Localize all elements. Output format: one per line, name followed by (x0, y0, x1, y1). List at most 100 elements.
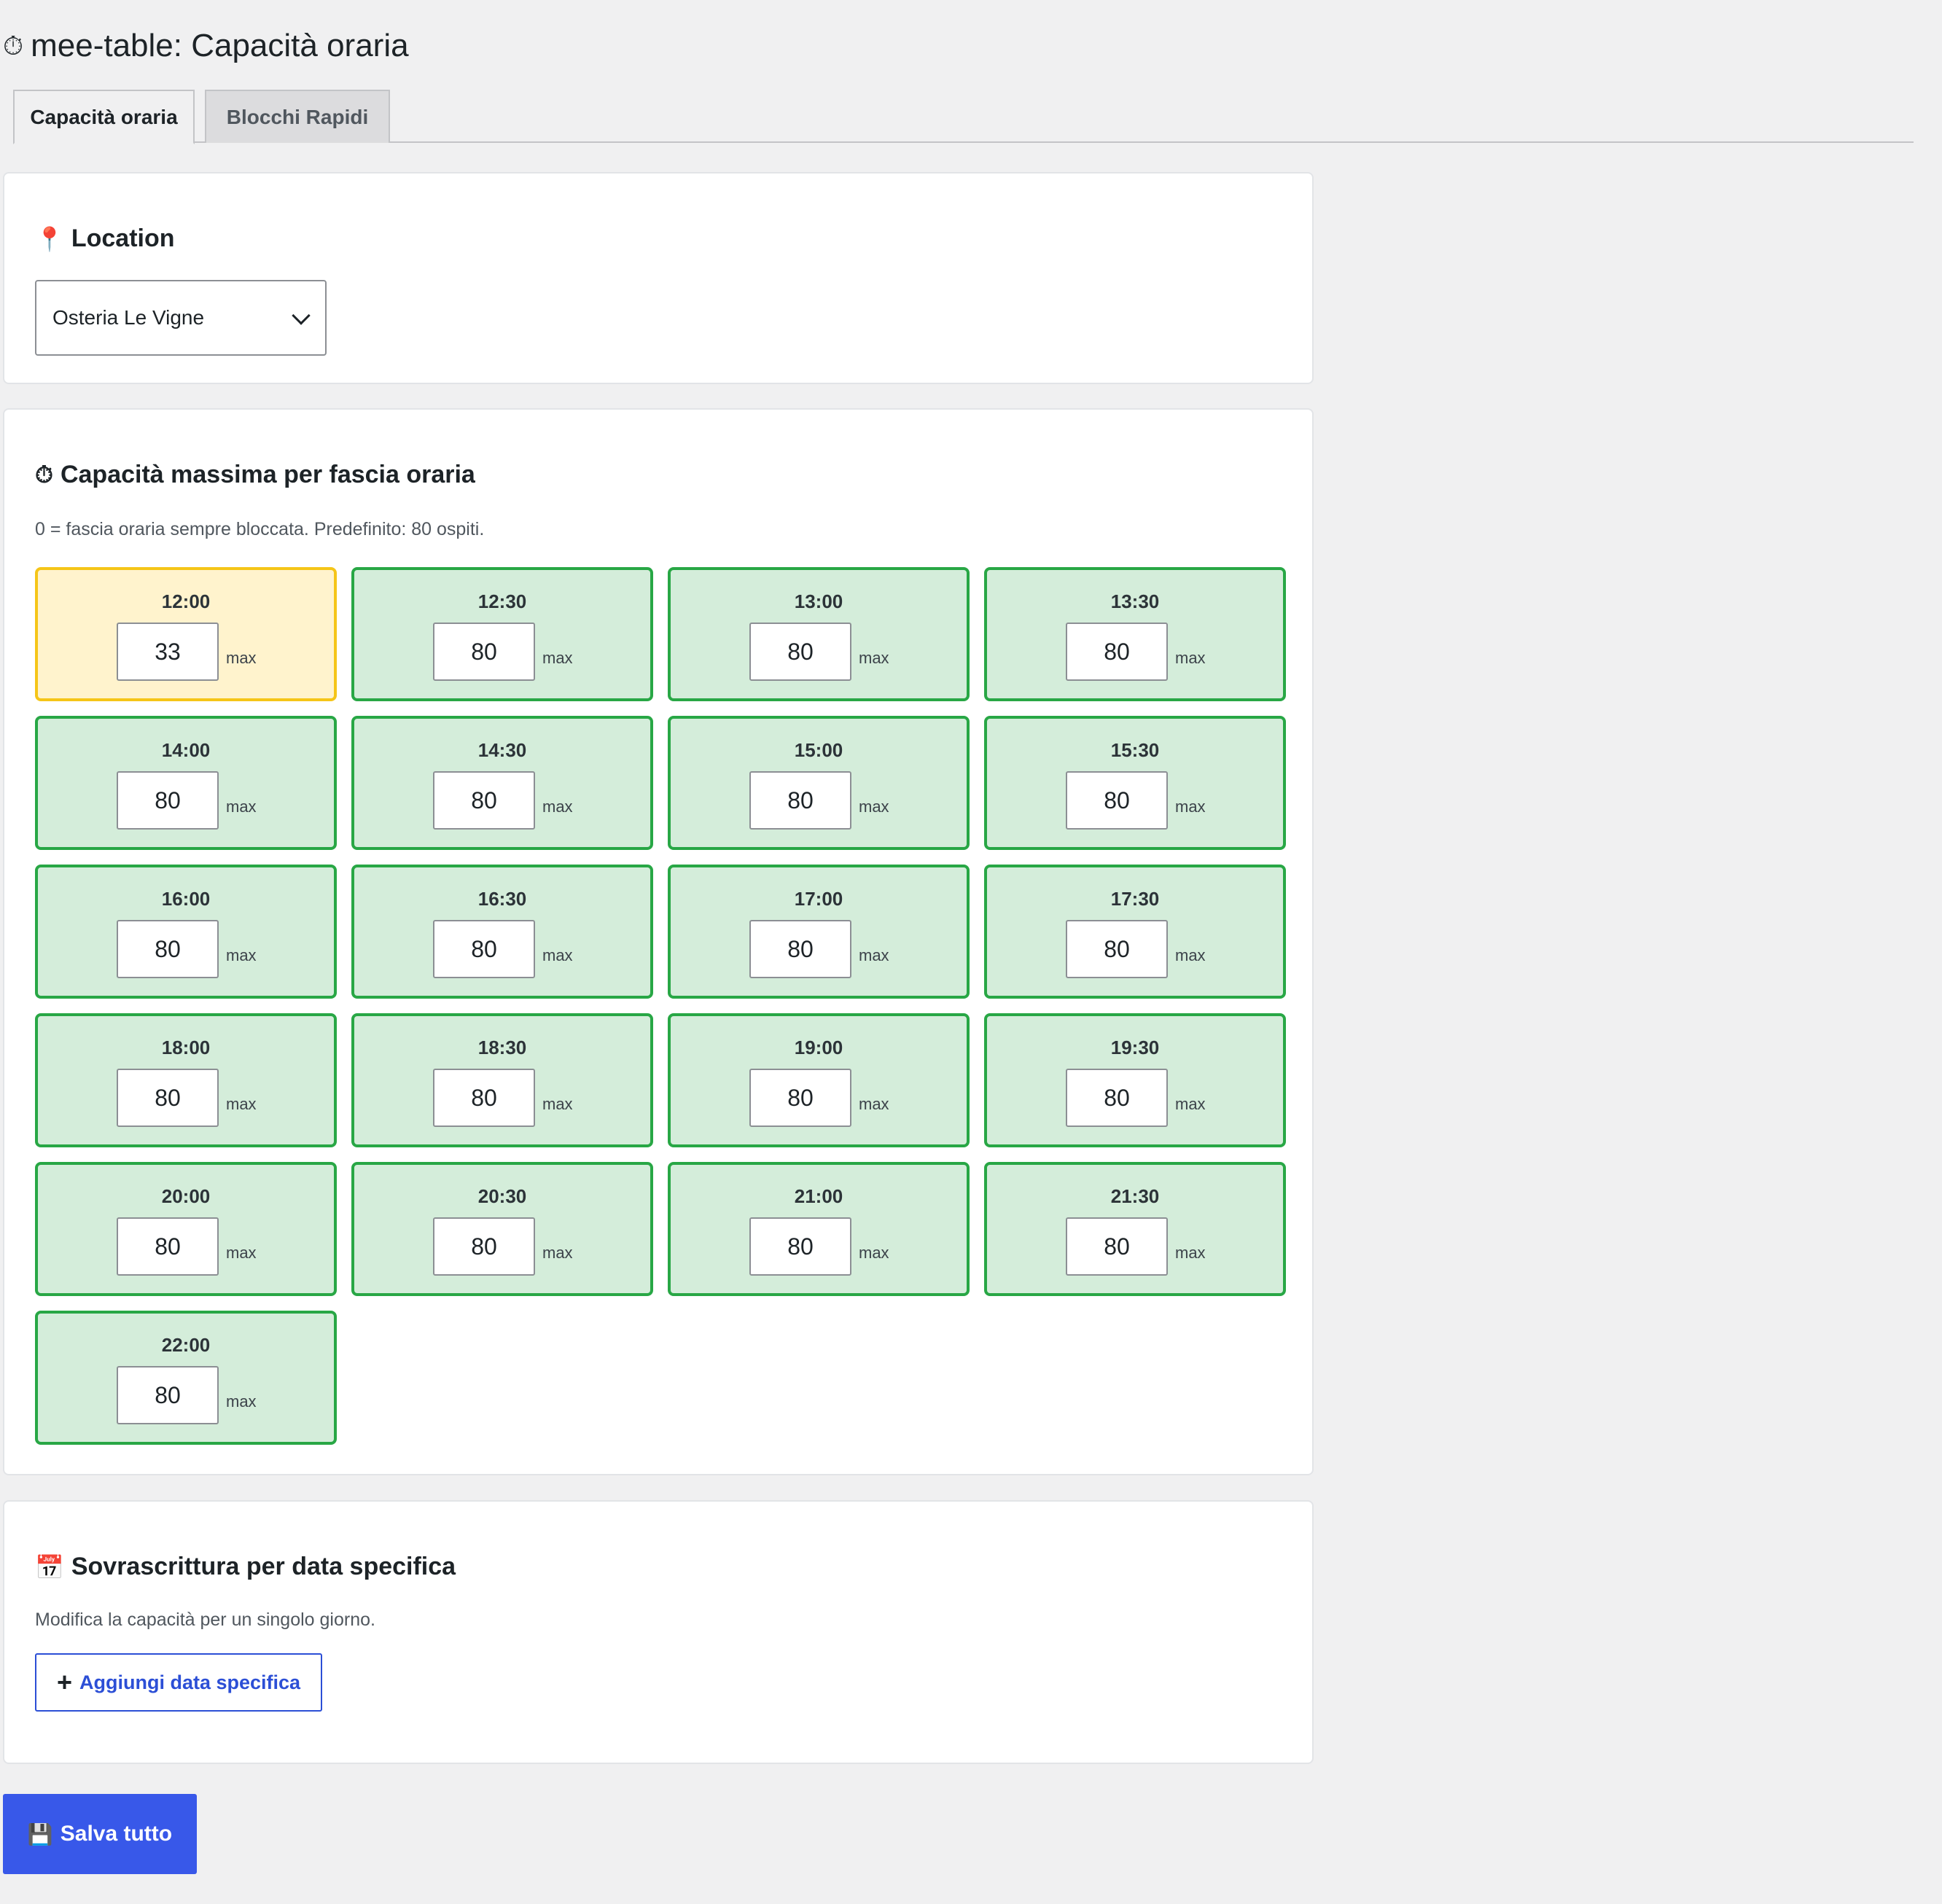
slot-max-label: max (1175, 1244, 1206, 1262)
slot-max-label: max (226, 1392, 257, 1411)
slot-time: 14:00 (161, 739, 211, 761)
time-slot: 21:30 max (984, 1162, 1286, 1296)
slot-capacity-input[interactable] (433, 623, 535, 681)
add-date-button[interactable]: + Aggiungi data specifica (35, 1653, 322, 1712)
save-all-button[interactable]: 💾 Salva tutto (3, 1794, 197, 1874)
slot-capacity-input[interactable] (1066, 1069, 1168, 1127)
clock-icon: ⏱ (3, 30, 24, 61)
slot-time: 13:00 (794, 590, 843, 612)
slot-capacity-input[interactable] (433, 1069, 535, 1127)
slot-max-label: max (542, 649, 573, 667)
slot-capacity-input[interactable] (749, 623, 851, 681)
slot-max-label: max (859, 1244, 889, 1262)
slot-max-label: max (226, 1244, 257, 1262)
location-card: 📍 Location Osteria Le Vigne (3, 172, 1314, 384)
time-slot: 16:00 max (35, 865, 337, 999)
slot-capacity-input[interactable] (1066, 623, 1168, 681)
capacity-card: ⏱ Capacità massima per fascia oraria 0 =… (3, 408, 1314, 1475)
slot-max-label: max (542, 1244, 573, 1262)
time-slot: 18:30 max (351, 1013, 653, 1147)
slot-max-label: max (859, 1095, 889, 1113)
add-date-label: Aggiungi data specifica (79, 1671, 301, 1693)
slot-capacity-input[interactable] (117, 920, 219, 978)
floppy-disk-icon: 💾 (27, 1822, 53, 1846)
time-slot: 12:00 max (35, 567, 337, 701)
time-slot: 16:30 max (351, 865, 653, 999)
plus-icon: + (56, 1667, 72, 1697)
slot-max-label: max (226, 649, 257, 667)
clock-icon: ⏱ (35, 461, 53, 488)
slot-max-label: max (226, 797, 257, 816)
time-slot: 22:00 max (35, 1311, 337, 1445)
time-slot: 18:00 max (35, 1013, 337, 1147)
slot-max-label: max (226, 1095, 257, 1113)
save-all-label: Salva tutto (60, 1822, 173, 1846)
page-title: ⏱ mee-table: Capacità oraria (3, 28, 409, 64)
slot-max-label: max (1175, 1095, 1206, 1113)
slot-time: 17:30 (1110, 888, 1160, 910)
slot-max-label: max (859, 797, 889, 816)
slot-capacity-input[interactable] (749, 920, 851, 978)
slot-capacity-input[interactable] (117, 1069, 219, 1127)
slot-capacity-input[interactable] (433, 771, 535, 830)
slot-time: 18:00 (161, 1037, 211, 1058)
slot-time: 18:30 (477, 1037, 527, 1058)
time-slot: 17:30 max (984, 865, 1286, 999)
time-slot: 14:00 max (35, 716, 337, 850)
override-hint: Modifica la capacità per un singolo gior… (35, 1610, 375, 1630)
tab-capacita-oraria[interactable]: Capacità oraria (13, 90, 195, 144)
slot-time: 12:00 (161, 590, 211, 612)
slot-time: 22:00 (161, 1334, 211, 1356)
slot-time: 20:30 (477, 1185, 527, 1207)
slot-time: 19:30 (1110, 1037, 1160, 1058)
slot-capacity-input[interactable] (749, 1217, 851, 1276)
slot-capacity-input[interactable] (117, 1217, 219, 1276)
slot-capacity-input[interactable] (1066, 920, 1168, 978)
slot-time: 19:00 (794, 1037, 843, 1058)
slot-time: 12:30 (477, 590, 527, 612)
time-slot: 19:00 max (668, 1013, 970, 1147)
capacity-title-text: Capacità massima per fascia oraria (60, 461, 475, 488)
slot-max-label: max (542, 797, 573, 816)
slot-time: 16:00 (161, 888, 211, 910)
slot-max-label: max (542, 946, 573, 964)
slot-capacity-input[interactable] (1066, 1217, 1168, 1276)
slot-time: 20:00 (161, 1185, 211, 1207)
time-slot: 13:00 max (668, 567, 970, 701)
pin-icon: 📍 (35, 225, 64, 252)
slot-capacity-input[interactable] (749, 771, 851, 830)
slot-capacity-input[interactable] (749, 1069, 851, 1127)
slot-time: 21:30 (1110, 1185, 1160, 1207)
slot-max-label: max (226, 946, 257, 964)
slot-capacity-input[interactable] (433, 920, 535, 978)
slot-capacity-input[interactable] (117, 623, 219, 681)
time-slot: 15:30 max (984, 716, 1286, 850)
time-slot: 20:00 max (35, 1162, 337, 1296)
slot-time: 13:30 (1110, 590, 1160, 612)
override-card: 📅 Sovrascrittura per data specifica Modi… (3, 1500, 1314, 1764)
chevron-down-icon (292, 306, 311, 325)
slot-time: 14:30 (477, 739, 527, 761)
capacity-title: ⏱ Capacità massima per fascia oraria (35, 461, 475, 489)
slot-capacity-input[interactable] (1066, 771, 1168, 830)
time-slot: 19:30 max (984, 1013, 1286, 1147)
slot-max-label: max (1175, 946, 1206, 964)
slot-capacity-input[interactable] (433, 1217, 535, 1276)
tab-blocchi-rapidi[interactable]: Blocchi Rapidi (205, 90, 390, 143)
tab-label: Capacità oraria (30, 105, 178, 128)
slot-max-label: max (1175, 649, 1206, 667)
tab-bar: Capacità oraria Blocchi Rapidi (13, 90, 1914, 144)
slot-max-label: max (859, 649, 889, 667)
slot-max-label: max (542, 1095, 573, 1113)
override-title: 📅 Sovrascrittura per data specifica (35, 1553, 456, 1581)
slot-capacity-input[interactable] (117, 771, 219, 830)
slot-time: 17:00 (794, 888, 843, 910)
slot-grid: 12:00 max 12:30 max 13:00 max 13:30 max 14:00 max… (35, 567, 1286, 1445)
location-select-value: Osteria Le Vigne (52, 306, 205, 329)
time-slot: 20:30 max (351, 1162, 653, 1296)
slot-capacity-input[interactable] (117, 1366, 219, 1424)
slot-time: 21:00 (794, 1185, 843, 1207)
time-slot: 12:30 max (351, 567, 653, 701)
override-title-text: Sovrascrittura per data specifica (71, 1553, 456, 1580)
location-select[interactable]: Osteria Le Vigne (35, 280, 327, 356)
